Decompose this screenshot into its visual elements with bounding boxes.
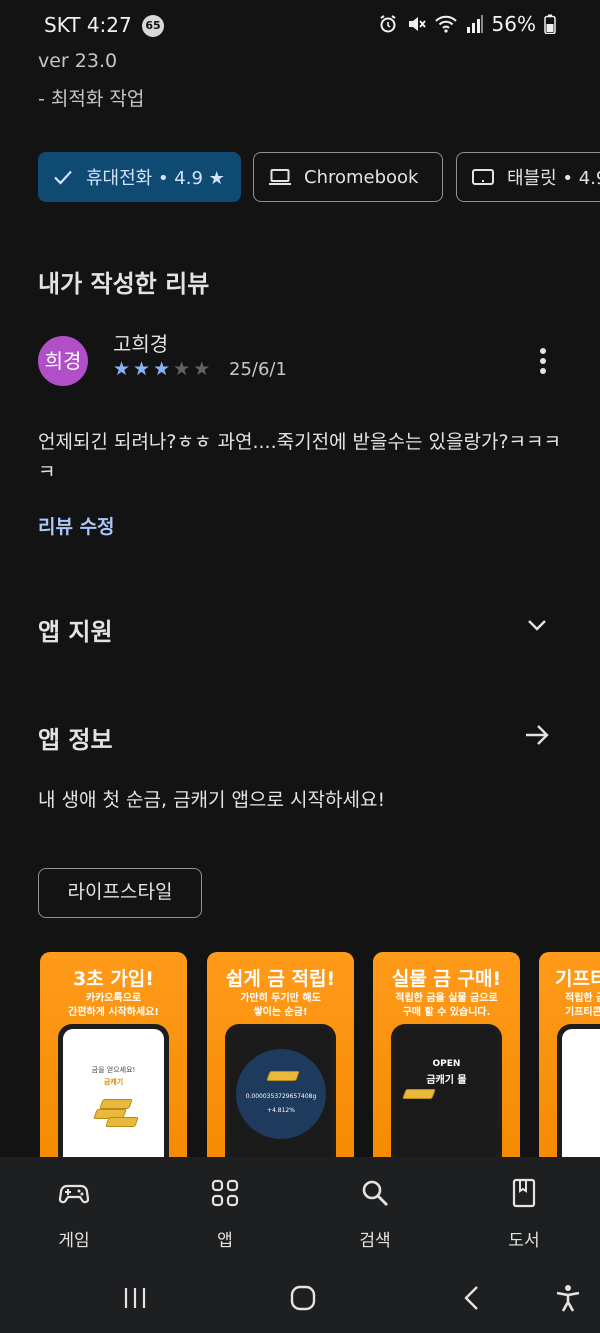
- star-filled-icon: ★: [133, 358, 151, 380]
- screenshot-card[interactable]: 3초 가입! 카카오톡으로 간편하게 시작하세요! 금을 얻으세요! 금캐기: [40, 952, 187, 1157]
- gold-balance-circle: 0.0000353729657408g +4.812%: [236, 1049, 326, 1139]
- device-chip-tablet[interactable]: 태블릿 • 4.9: [456, 152, 600, 202]
- gamepad-icon: [58, 1184, 90, 1204]
- apps-grid-icon: [211, 1179, 239, 1207]
- mockup-text: 금캐기: [103, 1078, 124, 1086]
- system-navigation-bar: [0, 1265, 600, 1333]
- battery-icon: [544, 14, 556, 34]
- phone-mockup: 0.0000353729657408g +4.812%: [225, 1024, 336, 1157]
- recents-icon[interactable]: [120, 1283, 150, 1313]
- version-text: ver 23.0: [38, 50, 118, 72]
- review-text: 언제되긴 되려나?ㅎㅎ 과연....죽기전에 받을수는 있을랑가?ㅋㅋㅋㅋ: [38, 431, 561, 483]
- status-icons: 56%: [378, 12, 556, 36]
- screenshot-headline: 실물 금 구매!: [391, 968, 502, 990]
- more-options-icon[interactable]: [530, 345, 556, 377]
- screenshot-carousel[interactable]: 3초 가입! 카카오톡으로 간편하게 시작하세요! 금을 얻으세요! 금캐기 쉽…: [0, 952, 600, 1157]
- tablet-icon: [472, 169, 494, 185]
- nav-label: 게임: [58, 1231, 90, 1251]
- phone-mockup: [557, 1024, 600, 1157]
- nav-label: 앱: [217, 1231, 233, 1251]
- nav-label: 도서: [508, 1231, 540, 1251]
- wifi-icon: [434, 15, 457, 33]
- screenshot-subtext: 가만히 두기만 해도 쌓이는 순금!: [240, 993, 321, 1018]
- phone-mockup: OPEN 금캐기 몰: [391, 1024, 502, 1157]
- mockup-text: 금을 얻으세요!: [91, 1066, 136, 1074]
- app-description: 내 생애 첫 순금, 금캐기 앱으로 시작하세요!: [38, 789, 386, 811]
- category-chip[interactable]: 라이프스타일: [38, 868, 202, 918]
- nav-label: 검색: [359, 1231, 391, 1251]
- nav-item-books[interactable]: 도서: [474, 1157, 574, 1265]
- star-filled-icon: ★: [113, 358, 131, 380]
- arrow-right-icon[interactable]: [522, 720, 552, 750]
- alarm-icon: [379, 15, 396, 33]
- star-filled-icon: ★: [153, 358, 171, 380]
- screenshot-card[interactable]: 기프티 적립한 금 기프티콘: [539, 952, 600, 1157]
- home-icon[interactable]: [288, 1283, 318, 1313]
- star-rating: ★ ★ ★ ★ ★: [113, 358, 210, 380]
- nav-item-search[interactable]: 검색: [325, 1157, 425, 1265]
- bottom-navigation: 게임 앱 검색 도서: [0, 1157, 600, 1265]
- device-chip-label: 휴대전화 • 4.9 ★: [86, 168, 225, 189]
- battery-percentage: 56%: [491, 12, 536, 36]
- review-date: 25/6/1: [229, 359, 287, 380]
- mute-icon: [408, 17, 426, 31]
- laptop-icon: [269, 169, 291, 185]
- gold-bar-graphic: [266, 1071, 300, 1081]
- check-icon: [54, 170, 72, 185]
- mockup-text: +4.812%: [267, 1107, 295, 1114]
- edit-review-link[interactable]: 리뷰 수정: [38, 512, 115, 539]
- search-icon: [362, 1180, 388, 1206]
- app-info-title[interactable]: 앱 정보: [38, 720, 113, 755]
- mockup-text: OPEN: [432, 1059, 461, 1069]
- signal-icon: [466, 15, 483, 33]
- star-empty-icon: ★: [173, 358, 191, 380]
- screenshot-card[interactable]: 쉽게 금 적립! 가만히 두기만 해도 쌓이는 순금! 0.0000353729…: [207, 952, 354, 1157]
- mockup-text: 0.0000353729657408g: [245, 1093, 317, 1100]
- my-review-title: 내가 작성한 리뷰: [38, 270, 210, 298]
- app-support-title[interactable]: 앱 지원: [38, 612, 113, 647]
- reviewer-name: 고희경: [113, 332, 169, 356]
- screenshot-subtext: 적립한 금을 실물 금으로 구매 할 수 있습니다.: [395, 993, 498, 1018]
- gold-bar-graphic: [99, 1099, 133, 1109]
- device-chip-chromebook[interactable]: Chromebook: [253, 152, 443, 202]
- gold-bar-graphic: [402, 1089, 436, 1099]
- star-empty-icon: ★: [193, 358, 211, 380]
- chevron-down-icon[interactable]: [522, 610, 552, 640]
- screenshot-subtext: 카카오톡으로 간편하게 시작하세요!: [68, 993, 159, 1018]
- book-icon: [512, 1178, 536, 1208]
- status-time: SKT 4:27: [44, 13, 132, 37]
- changelog-text: - 최적화 작업: [38, 88, 145, 110]
- screenshot-subtext: 적립한 금 기프티콘: [565, 993, 600, 1018]
- mockup-text: 금캐기 몰: [426, 1075, 467, 1086]
- screenshot-headline: 3초 가입!: [73, 968, 154, 990]
- screenshot-headline: 기프티: [555, 968, 600, 990]
- nav-item-apps[interactable]: 앱: [175, 1157, 275, 1265]
- accessibility-icon[interactable]: [553, 1283, 583, 1313]
- device-chip-label: Chromebook: [304, 166, 419, 188]
- notification-count-badge: 65: [142, 15, 164, 37]
- status-bar: SKT 4:27 65 56%: [0, 0, 600, 50]
- back-icon[interactable]: [458, 1283, 488, 1313]
- nav-item-games[interactable]: 게임: [24, 1157, 124, 1265]
- avatar: 희경: [38, 336, 88, 386]
- device-chip-label: 태블릿 • 4.9: [507, 168, 600, 189]
- screenshot-headline: 쉽게 금 적립!: [225, 968, 336, 990]
- device-chip-phone[interactable]: 휴대전화 • 4.9 ★: [38, 152, 241, 202]
- phone-mockup: 금을 얻으세요! 금캐기: [58, 1024, 169, 1157]
- screenshot-card[interactable]: 실물 금 구매! 적립한 금을 실물 금으로 구매 할 수 있습니다. OPEN…: [373, 952, 520, 1157]
- gold-bar-graphic: [105, 1117, 139, 1127]
